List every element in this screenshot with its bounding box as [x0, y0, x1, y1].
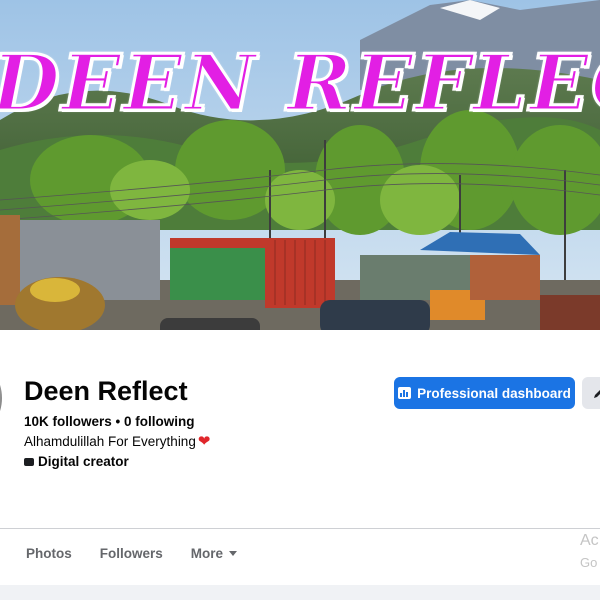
tab-more-label: More: [190, 546, 224, 561]
professional-dashboard-button[interactable]: Professional dashboard: [394, 377, 575, 409]
edit-button[interactable]: [582, 377, 600, 409]
follower-stats[interactable]: 10K followers • 0 following: [24, 414, 195, 429]
caret-down-icon: [229, 551, 238, 556]
briefcase-icon: [24, 457, 34, 466]
watermark-line1: Ac: [580, 532, 599, 549]
tab-photos[interactable]: Photos: [26, 546, 72, 561]
tab-followers-label: Followers: [99, 546, 163, 561]
category-label: Digital creator: [38, 454, 129, 469]
dashboard-chart-icon: [398, 387, 412, 399]
dashboard-button-label: Professional dashboard: [417, 385, 571, 401]
profile-tabs: Photos Followers More: [26, 546, 238, 561]
facebook-page: DEEN REFLECT Deen Reflect 10K followers …: [0, 0, 600, 600]
heart-icon: ❤: [197, 433, 211, 450]
divider: [0, 528, 600, 529]
watermark-line2: Go: [580, 555, 598, 570]
activate-windows-watermark: Ac Go: [580, 530, 599, 574]
cover-photo[interactable]: DEEN REFLECT: [0, 0, 600, 330]
cover-title-text: DEEN REFLECT: [0, 37, 600, 131]
pencil-icon: [594, 390, 600, 398]
avatar[interactable]: [0, 350, 6, 446]
profile-header: Deen Reflect 10K followers • 0 following…: [0, 330, 600, 585]
tab-photos-label: Photos: [26, 546, 72, 561]
page-background: [0, 585, 600, 600]
profile-bio: Alhamdulillah For Everything ❤: [24, 434, 210, 449]
tab-followers[interactable]: Followers: [100, 546, 163, 561]
bio-text: Alhamdulillah For Everything: [24, 434, 196, 449]
tab-more[interactable]: More: [190, 546, 238, 561]
profile-category: Digital creator: [24, 454, 129, 469]
page-title: Deen Reflect: [24, 376, 188, 406]
